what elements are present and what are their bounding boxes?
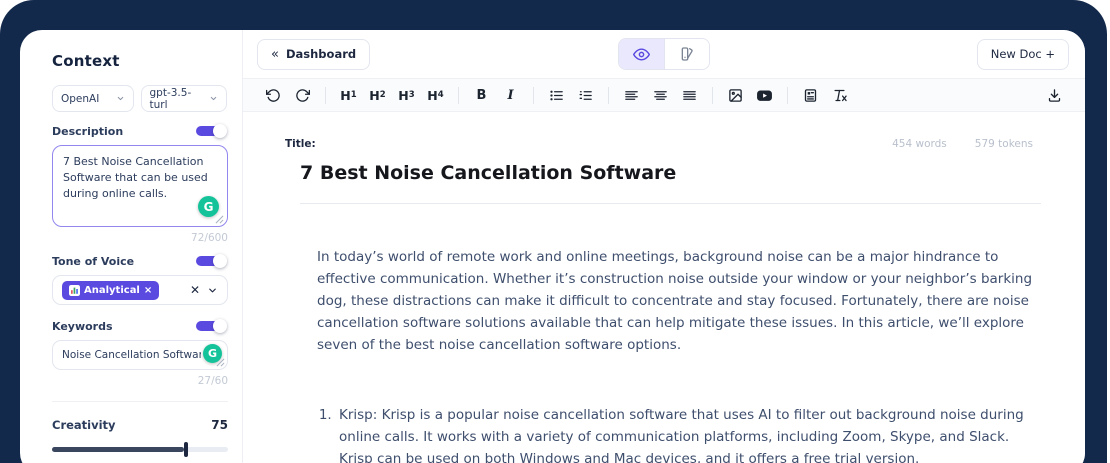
tone-label: Tone of Voice [52,255,134,268]
resize-handle-icon[interactable] [215,215,224,224]
heading-2-button[interactable]: H2 [364,82,391,108]
tone-toggle[interactable] [196,254,227,268]
bullet-list-icon[interactable] [543,82,570,108]
insert-image-icon[interactable] [722,82,749,108]
dashboard-button[interactable]: « Dashboard [257,39,370,70]
app-panel: Context OpenAI gpt-3.5-turl Description … [20,30,1085,463]
toolbar-separator [325,87,326,104]
toolbar-separator [533,87,534,104]
ordered-list-icon[interactable] [572,82,599,108]
editor-main: « Dashboard New Doc + [243,30,1085,463]
swatch-view-button[interactable] [664,39,709,69]
new-doc-button[interactable]: New Doc + [977,39,1069,70]
chevron-down-icon [209,94,218,103]
document-intro-paragraph[interactable]: In today’s world of remote work and onli… [317,246,1041,356]
title-divider [300,203,1041,204]
formatting-toolbar: H1 H2 H3 H4 B I [243,78,1085,112]
heading-4-button[interactable]: H4 [422,82,449,108]
creativity-label: Creativity [52,418,116,432]
document-title-row: Title: 454 words 579 tokens [285,138,1059,150]
context-sidebar: Context OpenAI gpt-3.5-turl Description … [20,30,243,463]
creativity-slider-thumb[interactable] [184,442,188,457]
new-doc-button-label: New Doc + [991,47,1055,61]
description-field-wrap: 7 Best Noise Cancellation Software that … [52,145,227,227]
redo-icon[interactable] [289,82,316,108]
toolbar-separator [608,87,609,104]
document-stats: 454 words 579 tokens [892,138,1059,150]
italic-button[interactable]: I [497,82,524,108]
heading-3-button[interactable]: H3 [393,82,420,108]
creativity-row: Creativity 75 [52,418,228,432]
clear-formatting-icon[interactable] [826,82,853,108]
heading-1-button[interactable]: H1 [335,82,362,108]
keywords-counter: 27/60 [52,375,228,387]
description-label-row: Description [52,124,227,138]
preview-view-button[interactable] [619,39,664,69]
align-center-icon[interactable] [647,82,674,108]
creativity-slider-fill [52,447,184,452]
bar-chart-icon [69,285,80,296]
creativity-slider[interactable] [52,447,228,452]
chevron-down-icon [116,94,125,103]
youtube-video-icon[interactable] [751,82,778,108]
chevron-down-icon[interactable] [207,285,218,296]
sidebar-divider [52,401,228,402]
tone-chip[interactable]: Analytical × [62,281,159,300]
undo-icon[interactable] [260,82,287,108]
keywords-label-row: Keywords [52,319,227,333]
toolbar-separator [458,87,459,104]
description-label: Description [52,125,123,138]
description-counter: 72/600 [52,232,228,244]
align-justify-icon[interactable] [676,82,703,108]
editor-header: « Dashboard New Doc + [243,30,1085,78]
eye-icon [633,46,650,63]
title-label: Title: [285,138,316,150]
provider-select[interactable]: OpenAI [52,85,134,112]
model-selects-row: OpenAI gpt-3.5-turl [52,85,227,112]
keywords-toggle[interactable] [196,319,227,333]
toolbar-separator [712,87,713,104]
sidebar-title: Context [52,52,227,70]
keywords-input[interactable] [52,340,228,370]
tone-select[interactable]: Analytical × ✕ [52,275,228,305]
tone-chip-remove-icon[interactable]: × [144,285,152,296]
resize-handle-icon[interactable] [216,358,225,367]
document-canvas[interactable]: Title: 454 words 579 tokens 7 Best Noise… [243,112,1085,463]
tone-chip-label: Analytical [84,285,140,296]
swatchbook-icon [679,46,695,62]
toolbar-separator [787,87,788,104]
word-count: 454 words [892,138,947,150]
model-select-value: gpt-3.5-turl [150,87,209,111]
align-left-icon[interactable] [618,82,645,108]
download-icon[interactable] [1041,82,1068,108]
dashboard-button-label: Dashboard [286,47,356,61]
view-mode-toggle [618,38,710,70]
article-layout-icon[interactable] [797,82,824,108]
provider-select-value: OpenAI [61,93,99,105]
bold-button[interactable]: B [468,82,495,108]
token-count: 579 tokens [975,138,1033,150]
tone-actions: ✕ [190,284,218,296]
software-list: Krisp: Krisp is a popular noise cancella… [317,404,1041,463]
description-toggle[interactable] [196,124,227,138]
document-title[interactable]: 7 Best Noise Cancellation Software [300,162,1059,184]
grammarly-icon[interactable]: G [198,196,219,217]
tone-clear-icon[interactable]: ✕ [190,284,200,296]
keywords-label: Keywords [52,320,113,333]
creativity-value: 75 [211,418,228,432]
list-item[interactable]: Krisp: Krisp is a popular noise cancella… [336,404,1041,463]
keywords-field-wrap: G [52,340,228,370]
double-chevron-left-icon: « [271,47,279,62]
model-select[interactable]: gpt-3.5-turl [141,85,227,112]
tone-label-row: Tone of Voice [52,254,227,268]
